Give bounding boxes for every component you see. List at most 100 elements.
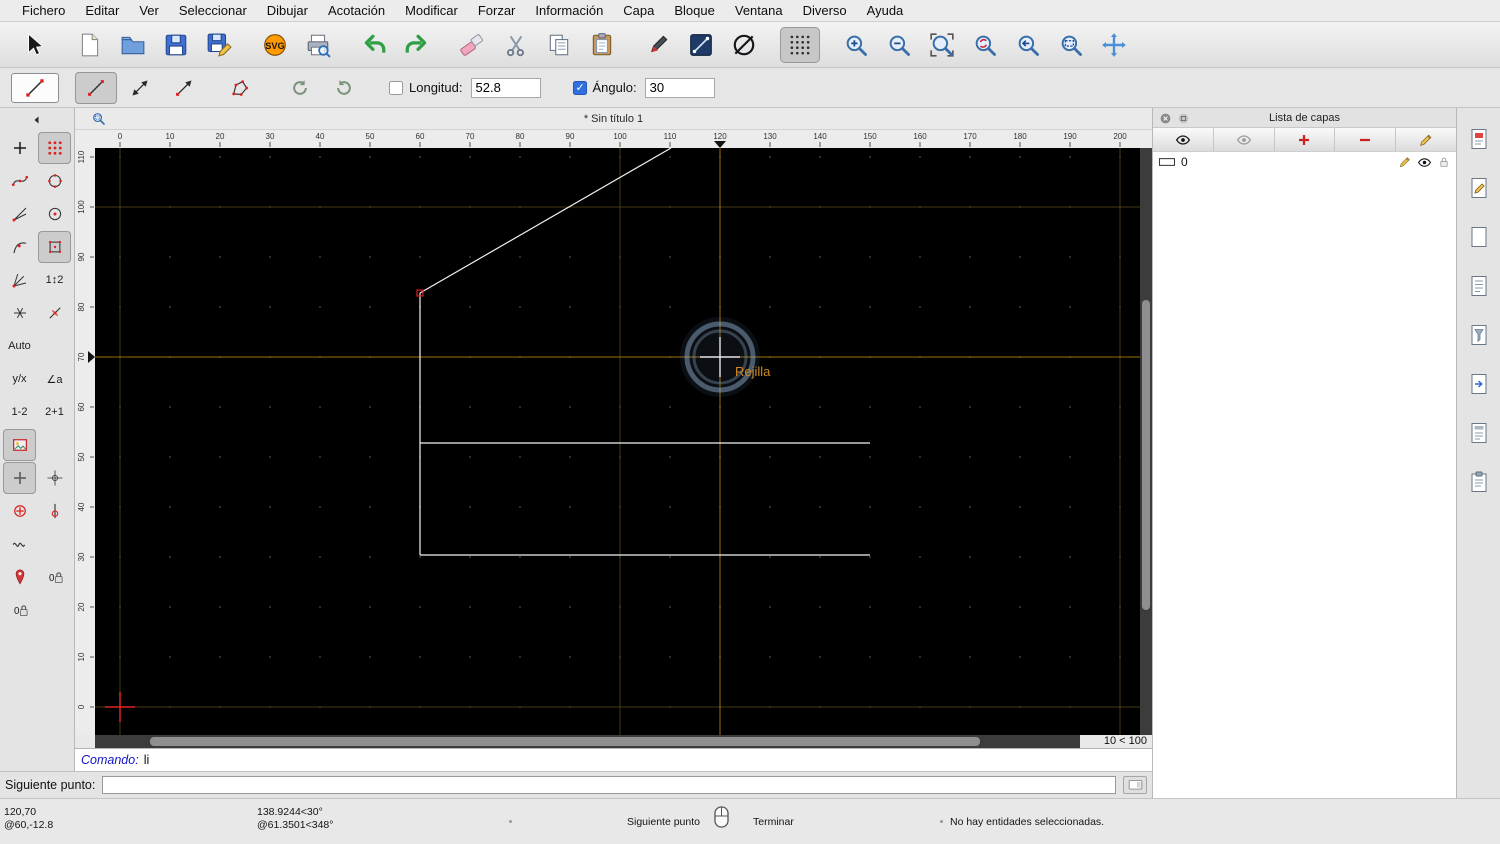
drawing-canvas[interactable]: Rejilla [95, 147, 1140, 735]
menu-dibujar[interactable]: Dibujar [257, 0, 318, 21]
freehand-line-button[interactable] [3, 528, 36, 560]
add-layer-button[interactable] [1274, 128, 1336, 151]
close-panel-button[interactable] [1158, 111, 1172, 125]
zoom-window-button[interactable] [1051, 27, 1091, 63]
copy-button[interactable] [539, 27, 579, 63]
dock-filter-button[interactable] [1464, 320, 1494, 350]
coords-cartesian-button[interactable]: y/x [3, 363, 36, 395]
remove-layer-button[interactable] [1335, 128, 1397, 151]
layer-lock-icon[interactable] [1437, 155, 1451, 169]
print-preview-button[interactable] [298, 27, 338, 63]
restrict-vertical-button[interactable]: 1↕2 [38, 264, 71, 296]
select-button[interactable] [14, 27, 54, 63]
snap-tangent-button[interactable] [3, 264, 36, 296]
edit-layer-button[interactable] [1396, 128, 1456, 151]
dock-clipboard-button[interactable] [1464, 467, 1494, 497]
snap-on-entity-button[interactable] [38, 165, 71, 197]
redo-segment-button[interactable] [323, 72, 365, 104]
current-tool-button[interactable] [11, 72, 59, 103]
layer-visible-icon[interactable] [1417, 155, 1432, 170]
menu-diverso[interactable]: Diverso [793, 0, 857, 21]
dock-block-edit-button[interactable] [1464, 173, 1494, 203]
dock-command-button[interactable] [1464, 369, 1494, 399]
order-two-one-button[interactable]: 2+1 [38, 396, 71, 428]
snap-endpoint-button[interactable] [3, 165, 36, 197]
snap-pin-button[interactable] [3, 561, 36, 593]
vertical-scrollbar[interactable] [1140, 148, 1152, 735]
show-all-layers-button[interactable] [1153, 128, 1214, 151]
save-as-button[interactable] [199, 27, 239, 63]
save-button[interactable] [156, 27, 196, 63]
snap-grid-button[interactable] [38, 132, 71, 164]
length-checkbox[interactable] [389, 80, 403, 95]
dock-notes-button[interactable] [1464, 418, 1494, 448]
undo-button[interactable] [354, 27, 394, 63]
angle-checkbox[interactable] [572, 80, 587, 95]
snap-middle-button[interactable] [3, 231, 36, 263]
relative-zero-button[interactable]: 0 [3, 594, 36, 626]
snap-intersection-button[interactable] [3, 198, 36, 230]
redo-button[interactable] [397, 27, 437, 63]
crosshair-lines-button[interactable] [38, 462, 71, 494]
cut-button[interactable] [496, 27, 536, 63]
dock-blank-button[interactable] [1464, 222, 1494, 252]
collapse-palette-button[interactable] [15, 112, 59, 127]
new-document-button[interactable] [70, 27, 110, 63]
grid-crosshair-button[interactable] [3, 462, 36, 494]
float-panel-button[interactable] [1176, 111, 1190, 125]
menu-ventana[interactable]: Ventana [725, 0, 793, 21]
menu-forzar[interactable]: Forzar [468, 0, 526, 21]
length-input[interactable] [470, 77, 541, 98]
line-angle-button[interactable] [119, 72, 161, 104]
vertical-scrollbar-thumb[interactable] [1142, 300, 1150, 610]
menu-ayuda[interactable]: Ayuda [857, 0, 914, 21]
snap-free-button[interactable] [3, 132, 36, 164]
menu-capa[interactable]: Capa [613, 0, 664, 21]
coords-polar-button[interactable]: ∠a [38, 363, 71, 395]
command-input[interactable] [102, 776, 1116, 794]
zoom-auto-button[interactable] [922, 27, 962, 63]
zoom-in-button[interactable] [836, 27, 876, 63]
menu-informacion[interactable]: Información [525, 0, 613, 21]
layer-row[interactable]: 0 [1153, 152, 1456, 172]
insert-image-button[interactable] [3, 429, 36, 461]
dock-library-button[interactable] [1464, 124, 1494, 154]
menu-acotacion[interactable]: Acotación [318, 0, 395, 21]
menu-bloque[interactable]: Bloque [664, 0, 724, 21]
line-two-points-button[interactable] [75, 71, 117, 104]
open-file-button[interactable] [113, 27, 153, 63]
menu-ver[interactable]: Ver [129, 0, 169, 21]
snap-distance-button[interactable] [38, 231, 71, 263]
draft-mode-button[interactable] [724, 27, 764, 63]
layer-edit-icon[interactable] [1398, 155, 1412, 169]
snap-circle-button[interactable] [3, 495, 36, 527]
zoom-out-button[interactable] [879, 27, 919, 63]
menu-seleccionar[interactable]: Seleccionar [169, 0, 257, 21]
undo-segment-button[interactable] [279, 72, 321, 104]
draw-pen-button[interactable] [638, 27, 678, 63]
paste-button[interactable] [582, 27, 622, 63]
menu-modificar[interactable]: Modificar [395, 0, 468, 21]
zoom-previous-button[interactable] [1008, 27, 1048, 63]
hide-all-layers-button[interactable] [1213, 128, 1275, 151]
menu-editar[interactable]: Editar [75, 0, 129, 21]
zoom-pan-button[interactable] [1094, 27, 1134, 63]
snap-vertical-line-button[interactable] [38, 495, 71, 527]
order-one-two-button[interactable]: 1-2 [3, 396, 36, 428]
snap-perpendicular-button[interactable] [3, 297, 36, 329]
lock-relative-zero-button[interactable]: 0 [38, 561, 71, 593]
zoom-redraw-button[interactable] [965, 27, 1005, 63]
line-ray-button[interactable] [163, 72, 205, 104]
document-zoom-icon[interactable] [91, 111, 106, 126]
snap-center-button[interactable] [38, 198, 71, 230]
export-svg-button[interactable]: SVG [255, 27, 295, 63]
grid-toggle-button[interactable] [780, 26, 820, 63]
snap-auto-button[interactable]: Auto [3, 330, 36, 362]
polyline-tool-button[interactable] [219, 72, 261, 104]
angle-input[interactable] [644, 77, 715, 98]
horizontal-scrollbar-thumb[interactable] [150, 737, 980, 746]
delete-entities-button[interactable] [453, 27, 493, 63]
menu-fichero[interactable]: Fichero [12, 0, 75, 21]
console-dock-button[interactable] [1123, 776, 1147, 794]
horizontal-scrollbar[interactable] [95, 735, 1080, 748]
